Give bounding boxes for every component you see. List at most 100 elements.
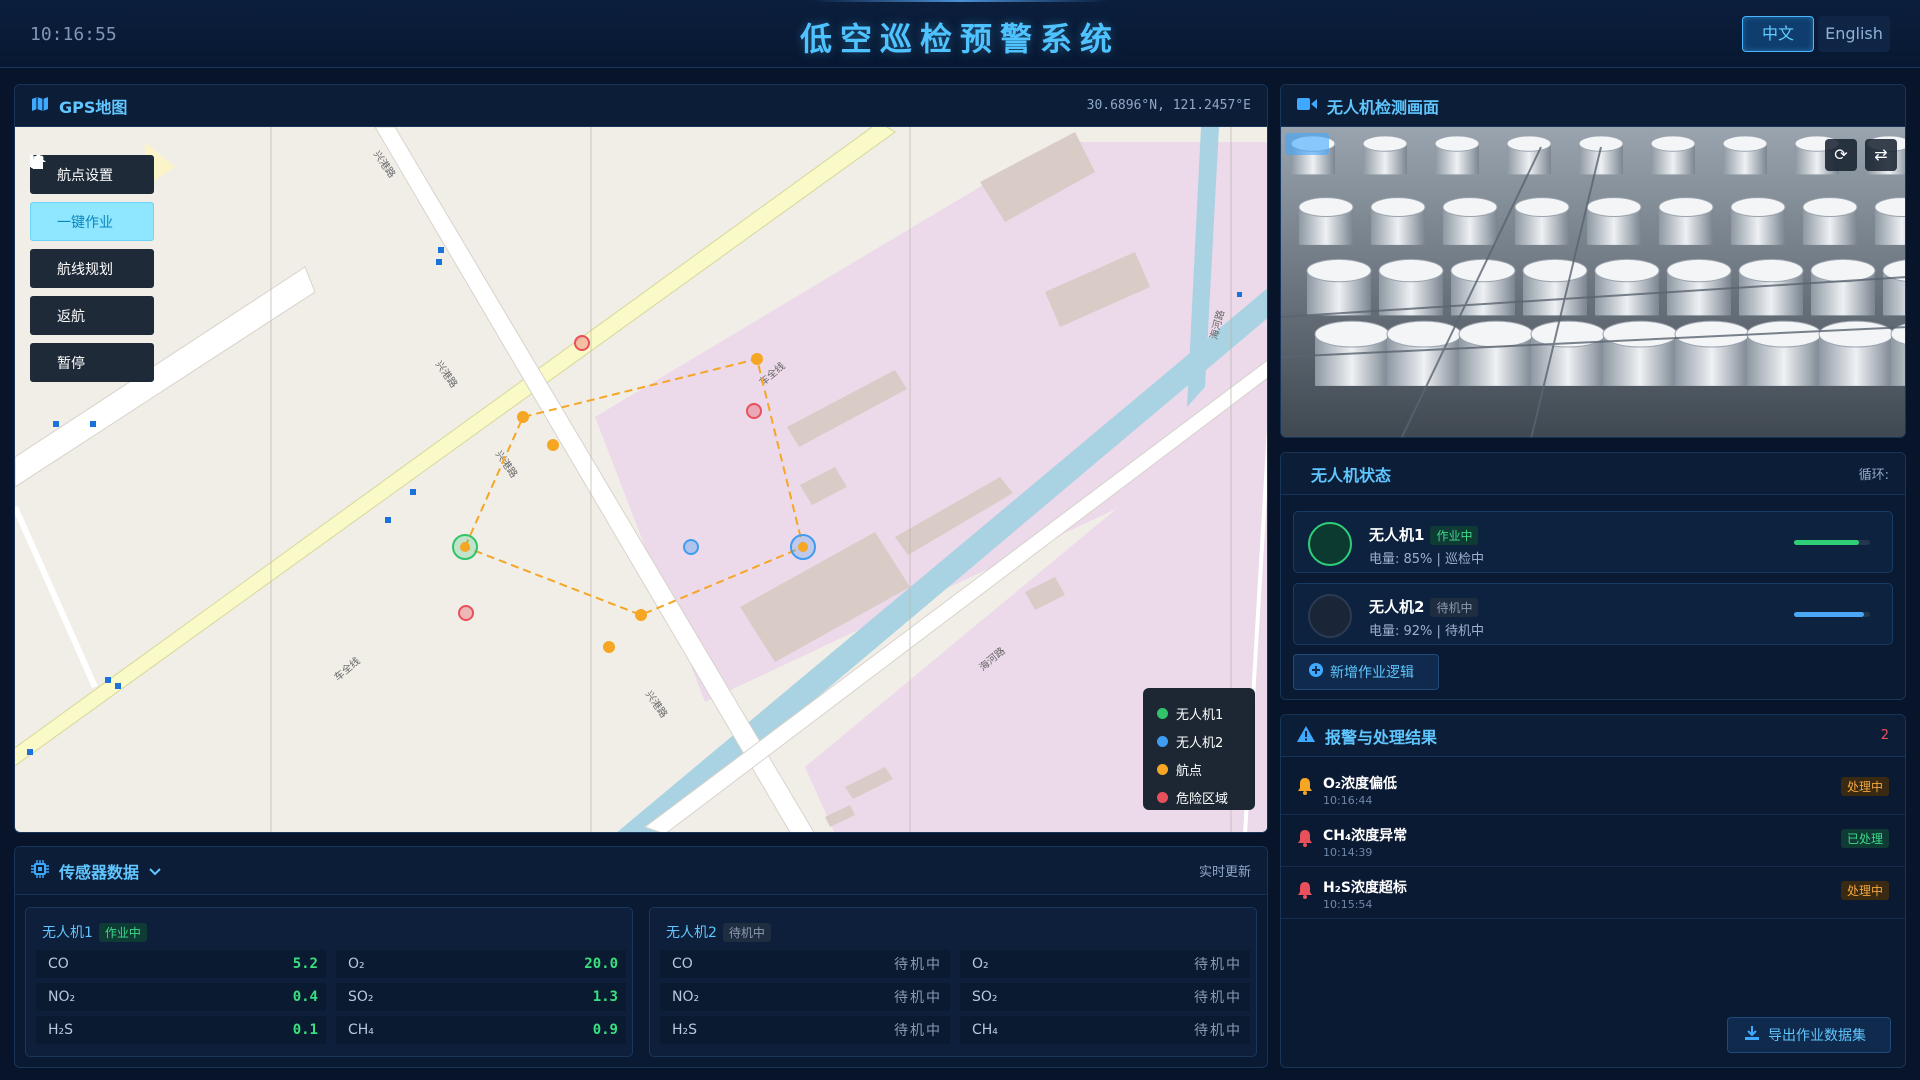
sensor-key: CO	[672, 956, 693, 972]
tank-top	[1362, 135, 1408, 152]
drone2-secondary-marker[interactable]	[683, 539, 699, 555]
sensor-group-state: 作业中	[98, 923, 147, 942]
drone2-battery-bar	[1794, 612, 1870, 617]
danger-zone-marker[interactable]	[746, 403, 762, 419]
drone-status-panel: 无人机状态 循环: 无人机1 作业中 电量: 85% | 巡检中 无人机2 待机中 …	[1280, 452, 1906, 700]
drone-card-2[interactable]: 无人机2 待机中 电量: 92% | 待机中	[1293, 583, 1893, 645]
waypoint-marker[interactable]	[547, 439, 559, 451]
tank-top	[1306, 258, 1372, 283]
cycle-label[interactable]: 循环:	[1859, 464, 1889, 483]
drone2-avatar	[1308, 594, 1352, 638]
tank-top	[1594, 258, 1660, 283]
sensor-group-title: 无人机2 待机中	[666, 922, 771, 942]
alarm-panel-header: 报警与处理结果 2	[1281, 715, 1905, 757]
one-click-run-button[interactable]: 一键作业	[30, 156, 154, 241]
alarm-count: 2	[1880, 728, 1889, 743]
add-job-logic-button[interactable]: 新增作业逻辑	[1293, 654, 1439, 690]
sensor-cell: CO 5.2	[36, 950, 326, 978]
danger-zone-marker[interactable]	[574, 335, 590, 351]
alarm-item[interactable]: O₂浓度偏低 10:16:44 处理中	[1281, 763, 1905, 815]
legend-dot	[1157, 764, 1168, 775]
waypoint-marker[interactable]	[517, 411, 529, 423]
sensor-key: NO₂	[48, 989, 76, 1005]
return-home-button[interactable]: 返航	[30, 155, 154, 335]
legend-danger-zone: 危险区域	[1157, 788, 1241, 807]
control-label: 暂停	[57, 355, 85, 372]
drone1-waypoint[interactable]	[460, 542, 470, 552]
map-title: GPS地图	[59, 97, 128, 117]
drone-card-1[interactable]: 无人机1 作业中 电量: 85% | 巡检中	[1293, 511, 1893, 573]
pause-button[interactable]: 暂停	[30, 155, 154, 382]
tank-top	[1650, 135, 1696, 152]
legend-label: 无人机2	[1176, 736, 1224, 751]
alarm-panel: 报警与处理结果 2 O₂浓度偏低 10:16:44 处理中 CH₄浓度异常 10…	[1280, 714, 1906, 1068]
camera-title: 无人机检测画面	[1327, 97, 1440, 117]
waypoint-marker[interactable]	[635, 609, 647, 621]
legend-dot	[1157, 736, 1168, 747]
sensor-key: NO₂	[672, 989, 700, 1005]
chevron-down-icon[interactable]	[149, 861, 161, 880]
sensor-title[interactable]: 传感器数据	[59, 859, 139, 883]
legend-label: 航点	[1176, 764, 1203, 779]
legend-label: 无人机1	[1176, 708, 1224, 723]
sensor-value: 待机中	[894, 957, 942, 973]
lang-en-button[interactable]: English	[1818, 16, 1890, 52]
danger-zone-marker[interactable]	[458, 605, 474, 621]
waypoint-settings-button[interactable]: 航点设置	[30, 155, 154, 194]
sensor-key: SO₂	[972, 989, 998, 1005]
sensor-cell: SO₂ 1.3	[336, 983, 626, 1011]
alarm-item-time: 10:14:39	[1323, 846, 1373, 859]
alarm-item-title: CH₄浓度异常	[1323, 828, 1408, 844]
waypoint-marker[interactable]	[603, 641, 615, 653]
sensor-value: 待机中	[894, 990, 942, 1006]
tank-top	[1522, 258, 1588, 283]
map-canvas[interactable]: 兴港路兴港路车全线车全线兴港路海河路海河路海河路兴港路 航点设置 一键作业	[15, 127, 1267, 832]
sensor-value: 待机中	[894, 1023, 942, 1039]
sensor-key: H₂S	[672, 1022, 698, 1038]
realtime-label: 实时更新	[1198, 865, 1251, 880]
sensor-cell: NO₂ 0.4	[36, 983, 326, 1011]
alarm-title: 报警与处理结果	[1325, 727, 1438, 747]
header-accent-line	[810, 0, 1110, 2]
control-label: 航线规划	[57, 261, 113, 278]
map-icon	[31, 96, 49, 116]
drone-name-text: 无人机2	[1369, 598, 1425, 616]
sensor-group-name: 无人机1	[42, 925, 93, 941]
drone1-info: 电量: 85% | 巡检中	[1369, 552, 1485, 567]
tank-top	[1658, 197, 1714, 218]
alarm-item[interactable]: CH₄浓度异常 10:14:39 已处理	[1281, 815, 1905, 867]
lang-zh-button[interactable]: 中文	[1742, 16, 1814, 52]
tank-top	[1370, 197, 1426, 218]
camera-feed[interactable]: ⟳ ⇄	[1281, 127, 1905, 437]
header-bar: 10:16:55 低空巡检预警系统 中文 English	[0, 0, 1920, 68]
drone2-state-badge: 待机中	[1430, 598, 1479, 617]
export-dataset-button[interactable]: 导出作业数据集	[1727, 1017, 1891, 1053]
sensor-panel-header: 传感器数据 实时更新	[15, 847, 1267, 895]
legend-drone1: 无人机1	[1157, 704, 1241, 723]
route-planning-button[interactable]: 航线规划	[30, 155, 154, 288]
sensor-cell: SO₂ 待机中	[960, 983, 1250, 1011]
video-camera-icon	[1297, 96, 1317, 115]
sensor-group-title: 无人机1 作业中	[42, 922, 147, 942]
sensor-group-drone1: 无人机1 作业中 CO 5.2 O₂ 20.0 NO₂ 0.4 SO₂ 1.3 H…	[25, 907, 633, 1057]
alarm-item[interactable]: H₂S浓度超标 10:15:54 处理中	[1281, 867, 1905, 919]
sensor-cell: NO₂ 待机中	[660, 983, 950, 1011]
language-switch: 中文 English	[1742, 16, 1890, 52]
sensor-cell: CH₄ 待机中	[960, 1016, 1250, 1044]
drone2-info: 电量: 92% | 待机中	[1369, 624, 1485, 639]
legend-waypoint: 航点	[1157, 760, 1241, 779]
alarm-item-time: 10:15:54	[1323, 898, 1373, 911]
sensor-key: CO	[48, 956, 69, 972]
status-title: 无人机状态	[1311, 465, 1392, 485]
bell-icon	[1297, 881, 1313, 904]
switch-icon[interactable]: ⇄	[1865, 139, 1897, 171]
drone2-waypoint[interactable]	[798, 542, 808, 552]
sensor-key: H₂S	[48, 1022, 74, 1038]
drone1-name: 无人机1 作业中	[1369, 524, 1479, 545]
alarm-status-badge: 已处理	[1840, 829, 1889, 848]
sensor-value: 待机中	[1194, 957, 1242, 973]
refresh-icon[interactable]: ⟳	[1825, 139, 1857, 171]
tank-top	[1458, 320, 1534, 348]
waypoint-marker[interactable]	[751, 353, 763, 365]
map-legend: 无人机1 无人机2 航点 危险区域	[1143, 688, 1255, 810]
